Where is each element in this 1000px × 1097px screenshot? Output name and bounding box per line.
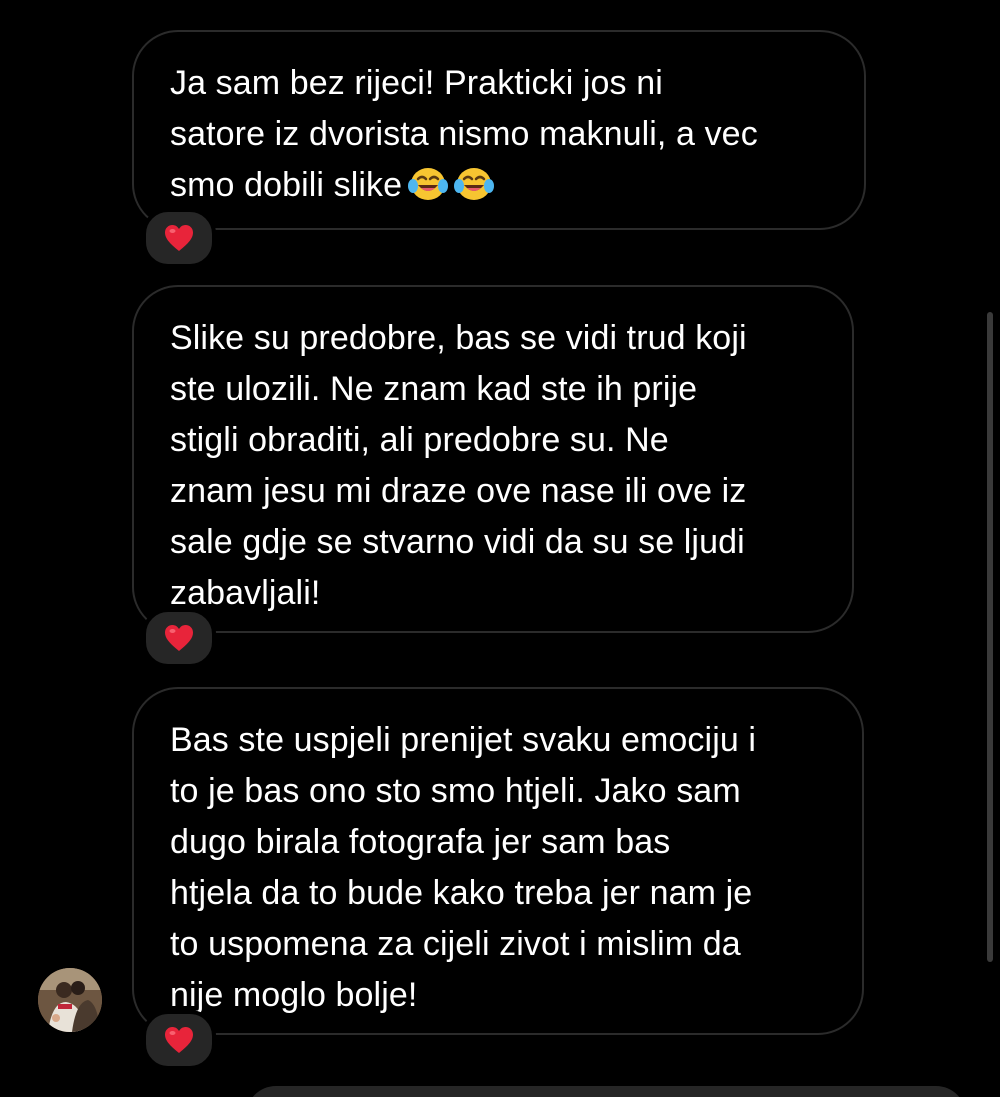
- red-heart-icon: [165, 1027, 193, 1053]
- red-heart-icon: [165, 225, 193, 251]
- sender-avatar[interactable]: [38, 968, 102, 1032]
- reaction-badge-2[interactable]: [142, 608, 216, 668]
- message-bubble-3[interactable]: Bas ste uspjeli prenijet svaku emociju i…: [132, 687, 864, 1035]
- message-bubble-2[interactable]: Slike su predobre, bas se vidi trud koji…: [132, 285, 854, 633]
- tears-of-joy-emoji-icon: [454, 166, 495, 217]
- reaction-badge-1[interactable]: [142, 208, 216, 268]
- red-heart-icon: [165, 625, 193, 651]
- message-text-3: Bas ste uspjeli prenijet svaku emociju i…: [170, 721, 757, 1014]
- avatar-photo-icon: [38, 968, 102, 1032]
- reaction-badge-3[interactable]: [142, 1010, 216, 1070]
- tears-of-joy-emoji-icon: [408, 166, 449, 217]
- message-bubble-1[interactable]: Ja sam bez rijeci! Prakticki jos ni sato…: [132, 30, 866, 230]
- chat-scrollbar[interactable]: [987, 312, 993, 962]
- outgoing-message-bubble-partial[interactable]: [246, 1086, 966, 1097]
- chat-screen: Ja sam bez rijeci! Prakticki jos ni sato…: [0, 0, 1000, 1097]
- message-text-2: Slike su predobre, bas se vidi trud koji…: [170, 319, 747, 612]
